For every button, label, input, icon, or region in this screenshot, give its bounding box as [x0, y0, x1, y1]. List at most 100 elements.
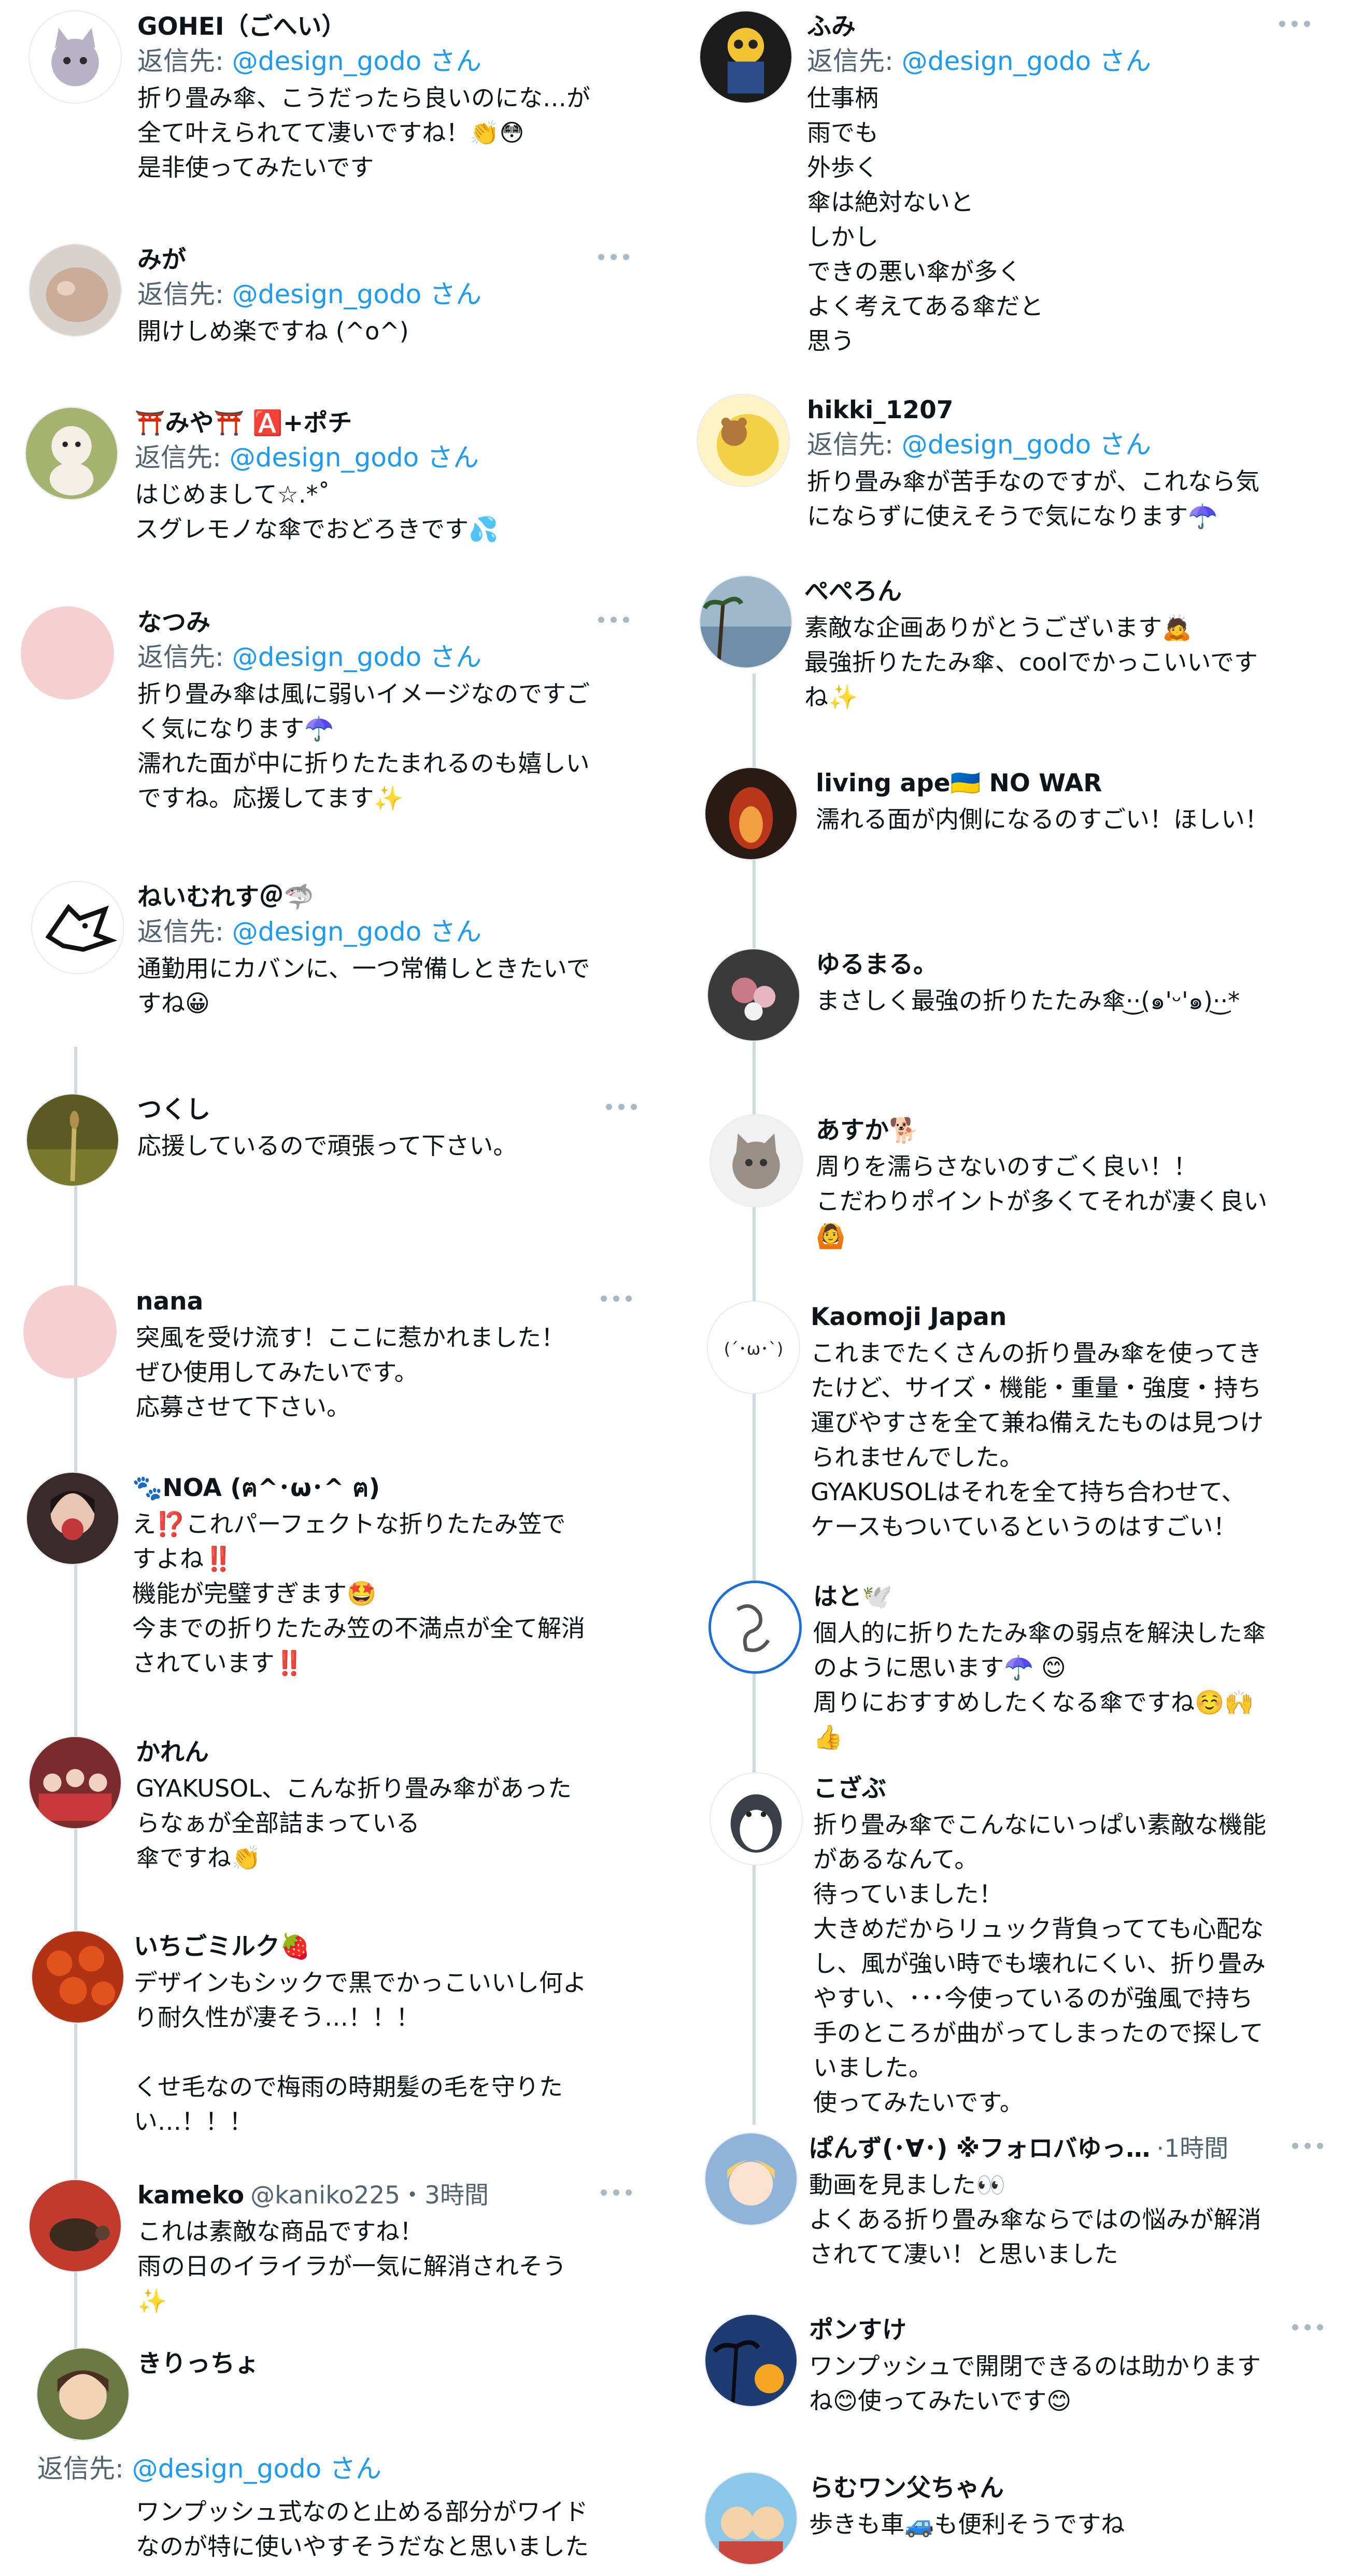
display-name[interactable]: なつみ: [137, 606, 210, 639]
display-name[interactable]: ねいむれす＠🦈: [137, 881, 314, 914]
handle-and-time[interactable]: @kaniko225・3時間: [250, 2179, 489, 2212]
reply-to: 返信先: @design_godo さん: [137, 44, 658, 79]
reply-to-suffix: さん: [1091, 430, 1152, 460]
display-name[interactable]: Kaomoji Japan: [811, 1301, 1006, 1334]
avatar[interactable]: [29, 10, 122, 104]
more-options-icon[interactable]: [606, 1101, 637, 1113]
display-name[interactable]: ⛩️みや⛩️ 🅰️+ポチ: [135, 407, 352, 440]
reply-to: 返信先: @design_godo さん: [137, 639, 658, 675]
display-name[interactable]: みが: [137, 244, 186, 277]
reply-to-prefix: 返信先:: [37, 2454, 132, 2484]
display-name[interactable]: ゆるまる。: [816, 948, 938, 981]
mention-link[interactable]: @design_godo: [232, 642, 422, 672]
reply-to-suffix: さん: [321, 2454, 382, 2484]
kaomoji-logo-icon: (´･ω･`): [708, 1302, 799, 1393]
avatar[interactable]: [708, 1581, 802, 1674]
kitten-photo-icon: [711, 1115, 802, 1206]
replies-column-right: ふみ 返信先: @design_godo さん 仕事柄 雨でも 外歩く 傘は絶対…: [673, 0, 1346, 2576]
avatar[interactable]: [697, 394, 790, 487]
display-name[interactable]: GOHEI（ごへい）: [137, 10, 346, 44]
display-name[interactable]: kameko: [137, 2179, 244, 2212]
more-options-icon[interactable]: [601, 1292, 632, 1305]
anime-girl-icon: [705, 2133, 797, 2225]
default-avatar-icon: [21, 606, 114, 700]
avatar[interactable]: [710, 1772, 803, 1866]
reply-text: 歩きも車🚙も便利そうですね: [809, 2510, 1125, 2538]
display-name[interactable]: らむワン父ちゃん: [809, 2472, 1004, 2505]
display-name[interactable]: かれん: [136, 1736, 209, 1769]
avatar[interactable]: [699, 575, 792, 668]
avatar[interactable]: [26, 1093, 119, 1187]
display-name[interactable]: つくし: [137, 1093, 210, 1127]
reply-to: 返信先: @design_godo さん: [137, 914, 658, 949]
avatar[interactable]: [25, 407, 118, 500]
reply-to-prefix: 返信先:: [137, 46, 232, 76]
mention-link[interactable]: @design_godo: [132, 2454, 322, 2484]
svg-text:(´･ω･`): (´･ω･`): [724, 1340, 784, 1359]
display-name[interactable]: ぱんず(･∀･) ※フォロバゆっ…: [809, 2132, 1150, 2166]
more-options-icon[interactable]: [1279, 18, 1310, 30]
avatar[interactable]: [31, 1930, 124, 2024]
more-options-icon[interactable]: [598, 614, 629, 626]
mention-link[interactable]: @design_godo: [232, 917, 422, 947]
avatar[interactable]: [699, 10, 792, 104]
timestamp[interactable]: ·1時間: [1156, 2132, 1228, 2166]
avatar[interactable]: [31, 881, 124, 974]
more-options-icon[interactable]: [1292, 2140, 1323, 2152]
display-name[interactable]: 🐾NOA (ฅ^･ω･^ ฅ): [132, 1472, 380, 1505]
palm-sunset-icon: [705, 2315, 797, 2406]
display-name[interactable]: hikki_1207: [807, 394, 954, 427]
reply-to-suffix: さん: [421, 46, 482, 76]
fire-photo-icon: [705, 768, 797, 859]
display-name[interactable]: ふみ: [807, 10, 856, 44]
more-options-icon[interactable]: [598, 251, 629, 263]
reply-text: これまでたくさんの折り畳み傘を使ってき たけど、サイズ・機能・重量・強度・持ち …: [811, 1339, 1264, 1541]
reply-text: 折り畳み傘は風に弱いイメージなのですご く気になります☂️ 濡れた面が中に折りた…: [137, 680, 590, 812]
default-avatar-icon: [23, 1285, 117, 1378]
avatar[interactable]: [704, 767, 798, 860]
avatar[interactable]: [36, 2347, 130, 2441]
wolf-drawing-icon: [32, 882, 123, 973]
avatar[interactable]: [704, 2472, 798, 2565]
display-name[interactable]: あすか🐕: [816, 1114, 919, 1147]
more-options-icon[interactable]: [601, 2186, 632, 2199]
display-name[interactable]: nana: [136, 1285, 203, 1318]
mention-link[interactable]: @design_godo: [902, 46, 1091, 76]
display-name[interactable]: はと🕊️: [813, 1581, 892, 1614]
reply-text: 周りを濡らさないのすごく良い！！ こだわりポイントが多くてそれが凄く良い 🙆: [816, 1152, 1268, 1250]
avatar[interactable]: [704, 2314, 798, 2407]
avatar[interactable]: [29, 2179, 122, 2272]
avatar[interactable]: (´･ω･`): [707, 1301, 800, 1394]
reply-text: デザインもシックで黒でかっこいいし何よ り耐久性が凄そう…！！！ くせ毛なので梅…: [134, 1969, 587, 2136]
avatar[interactable]: [704, 2132, 798, 2226]
reply-to-suffix: さん: [421, 279, 482, 309]
reply-to-suffix: さん: [1091, 46, 1152, 76]
reply-to: 返信先: @design_godo さん: [37, 2451, 658, 2486]
reply-to-suffix: さん: [421, 917, 482, 947]
robot-figure-icon: [700, 11, 791, 103]
mention-link[interactable]: @design_godo: [232, 46, 422, 76]
display-name[interactable]: ぺぺろん: [804, 575, 902, 608]
reply-to-suffix: さん: [419, 443, 479, 473]
avatar[interactable]: [707, 948, 800, 1042]
mention-link[interactable]: @design_godo: [902, 430, 1091, 460]
plush-toy-icon: [26, 408, 117, 499]
avatar[interactable]: [29, 1736, 122, 1829]
reply-to: 返信先: @design_godo さん: [135, 440, 658, 475]
avatar[interactable]: [29, 244, 122, 337]
reply-to: 返信先: @design_godo さん: [807, 427, 1331, 462]
more-options-icon[interactable]: [1292, 2321, 1323, 2333]
mention-link[interactable]: @design_godo: [232, 279, 422, 309]
avatar[interactable]: [26, 1472, 119, 1565]
mention-link[interactable]: @design_godo: [230, 443, 419, 473]
avatar[interactable]: [21, 606, 114, 700]
display-name[interactable]: ポンすけ: [809, 2314, 906, 2347]
bear-on-moon-icon: [698, 395, 789, 486]
avatar[interactable]: [23, 1285, 117, 1378]
display-name[interactable]: こざぶ: [813, 1772, 886, 1805]
avatar[interactable]: [710, 1114, 803, 1207]
display-name[interactable]: living ape🇺🇦 NO WAR: [816, 767, 1102, 800]
display-name[interactable]: きりっちょ: [137, 2347, 259, 2381]
reply-to-prefix: 返信先:: [807, 46, 902, 76]
display-name[interactable]: いちごミルク🍓: [134, 1930, 310, 1963]
